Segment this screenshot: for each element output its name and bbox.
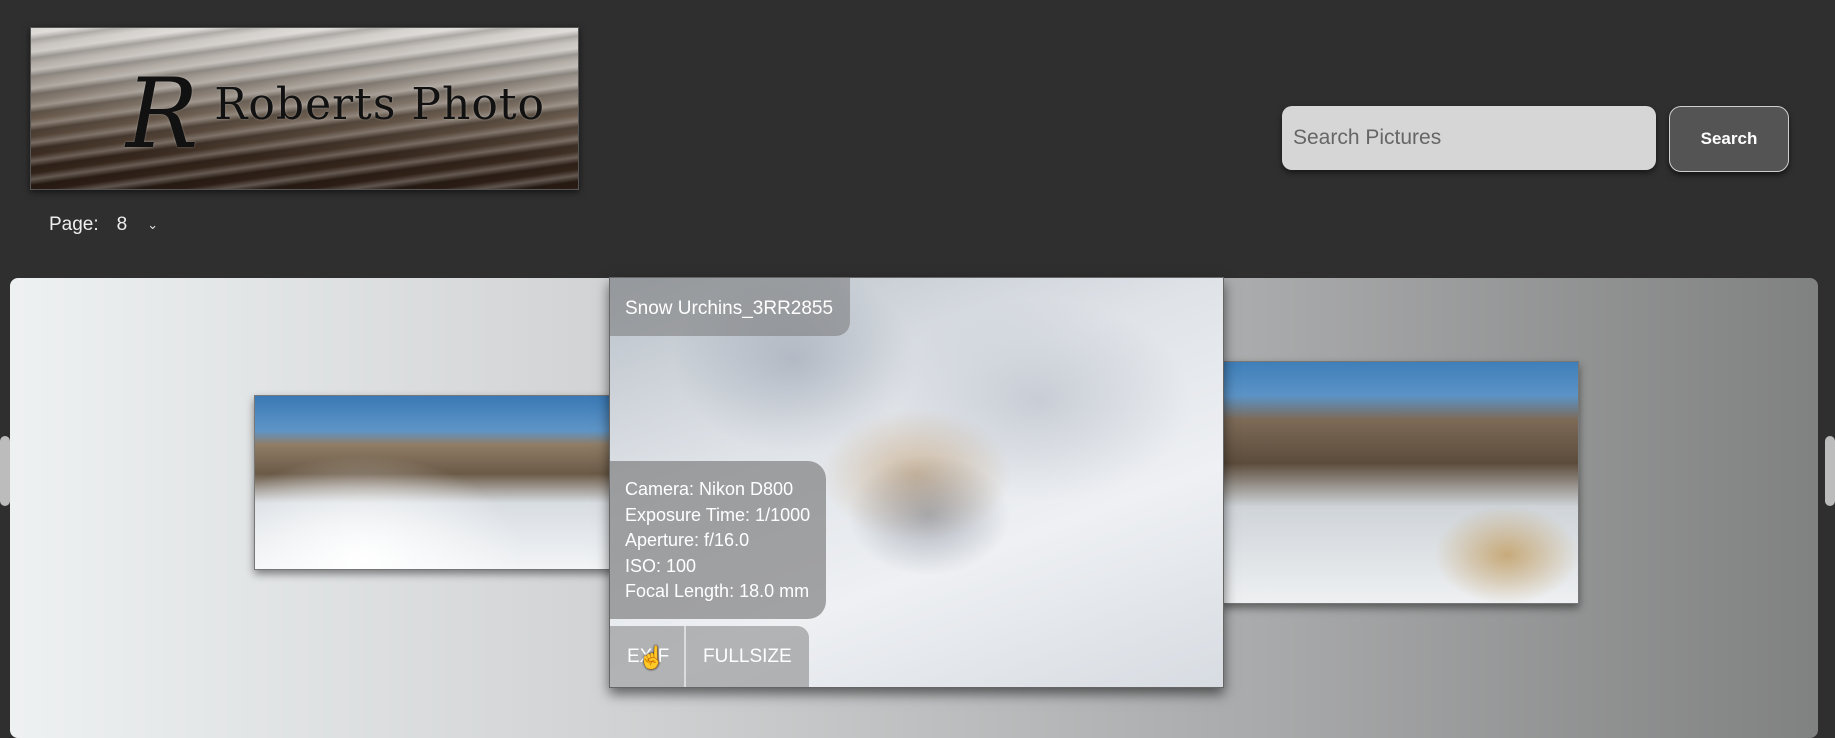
exif-panel: Camera: Nikon D800 Exposure Time: 1/1000… (610, 461, 827, 619)
carousel-prev-handle[interactable] (0, 436, 10, 506)
exif-focal-length: Focal Length: 18.0 mm (625, 581, 810, 601)
page-label: Page: (49, 214, 99, 235)
fullsize-tab[interactable]: FULLSIZE (686, 626, 809, 687)
photo-title: Snow Urchins_3RR2855 (610, 278, 851, 336)
exif-aperture: Aperture: f/16.0 (625, 530, 750, 550)
site-logo[interactable]: R Roberts Photo (30, 27, 579, 190)
current-photo[interactable]: Snow Urchins_3RR2855 Camera: Nikon D800 … (609, 277, 1224, 688)
hand-pointer-icon: ☝ (638, 645, 666, 670)
page-selector[interactable]: Page: 8 ⌄ (49, 214, 158, 236)
page-number[interactable]: 8 (117, 214, 128, 236)
logo-text: R Roberts Photo (126, 58, 545, 170)
next-photo-thumbnail[interactable] (1221, 361, 1579, 604)
exif-iso: ISO: 100 (625, 555, 697, 576)
carousel-next-handle[interactable] (1825, 436, 1835, 506)
chevron-down-icon[interactable]: ⌄ (147, 217, 158, 233)
search-input[interactable] (1282, 106, 1656, 170)
exif-exposure: Exposure Time: 1/1000 (625, 504, 811, 525)
logo-name: Roberts Photo (214, 79, 545, 130)
search-button[interactable]: Search (1669, 106, 1789, 172)
logo-initial: R (126, 58, 200, 170)
previous-photo-thumbnail[interactable] (254, 395, 616, 570)
exif-camera: Camera: Nikon D800 (625, 479, 794, 499)
